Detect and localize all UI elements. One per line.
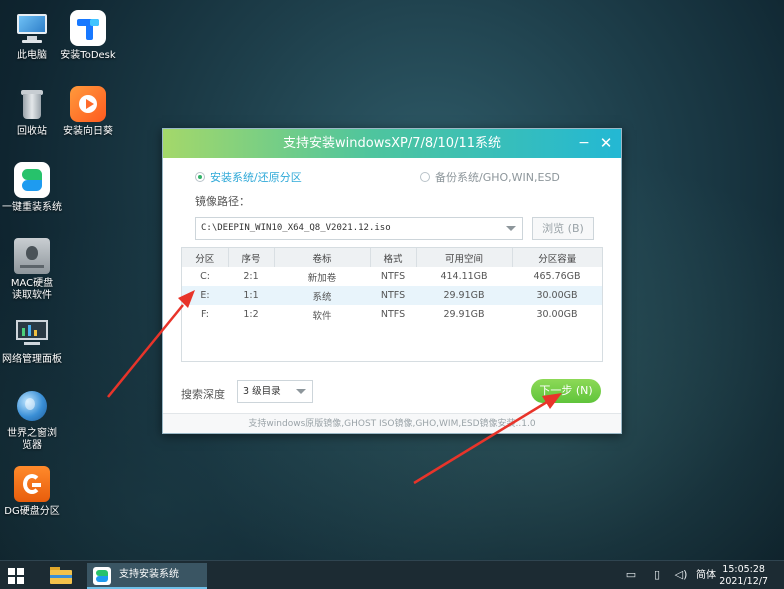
reinstall-icon bbox=[14, 162, 50, 198]
network-tray-icon[interactable]: ▭ bbox=[624, 569, 638, 581]
recycle-bin-icon bbox=[14, 86, 50, 122]
table-cell: E: bbox=[182, 286, 228, 305]
image-path-label: 镜像路径： bbox=[195, 195, 250, 208]
desktop-icon-reinstall[interactable]: 一键重装系统 bbox=[0, 162, 64, 214]
partition-table: 分区 序号 卷标 格式 可用空间 分区容量 C: 2:1 新加卷 NTFS 41… bbox=[181, 247, 603, 362]
desktop-icon-browser[interactable]: 世界之窗浏览器 bbox=[0, 388, 64, 452]
radio-checked-icon bbox=[195, 172, 205, 182]
desktop-icon-network-panel[interactable]: 网络管理面板 bbox=[0, 314, 64, 366]
table-cell: C: bbox=[200, 271, 210, 282]
dialog-footer-text: 支持windows原版镜像,GHOST ISO镜像,GHO,WIM,ESD镜像安… bbox=[163, 413, 621, 433]
table-row-selected[interactable]: E: 1:1 系统 NTFS 29.91GB 30.00GB bbox=[182, 286, 602, 305]
table-cell: 30.00GB bbox=[512, 286, 602, 305]
desktop-icon-sunflower[interactable]: 安装向日葵 bbox=[56, 86, 120, 138]
search-depth-select[interactable]: 3 级目录 bbox=[237, 380, 313, 403]
chevron-down-icon[interactable] bbox=[296, 389, 306, 394]
desktop-icon-diskgenius[interactable]: DG硬盘分区 bbox=[0, 466, 64, 518]
table-row[interactable]: F: 1:2 软件 NTFS 29.91GB 30.00GB bbox=[182, 305, 602, 324]
desktop-icon-mac-disk[interactable]: MAC硬盘读取软件 bbox=[0, 238, 64, 302]
desktop-icon-label: 一键重装系统 bbox=[2, 202, 62, 213]
reinstall-icon bbox=[93, 567, 111, 585]
mode-radio-group: 安装系统/还原分区 备份系统/GHO,WIN,ESD bbox=[195, 169, 601, 185]
chevron-down-icon[interactable] bbox=[506, 226, 516, 231]
clock-time: 15:05:28 bbox=[722, 564, 765, 575]
column-header[interactable]: 序号 bbox=[228, 248, 275, 267]
computer-icon bbox=[14, 10, 50, 46]
install-system-radio[interactable]: 安装系统/还原分区 bbox=[195, 169, 302, 185]
column-header[interactable]: 格式 bbox=[370, 248, 417, 267]
table-row[interactable]: C: 2:1 新加卷 NTFS 414.11GB 465.76GB bbox=[182, 267, 602, 286]
dialog-title: 支持安装windowsXP/7/8/10/11系统 bbox=[283, 136, 501, 151]
backup-system-label: 备份系统/GHO,WIN,ESD bbox=[435, 171, 560, 184]
desktop-icon-label: 网络管理面板 bbox=[2, 354, 62, 365]
desktop-icon-label: 此电脑 bbox=[17, 50, 47, 61]
image-path-combobox[interactable]: C:\DEEPIN_WIN10_X64_Q8_V2021.12.iso bbox=[195, 217, 523, 240]
table-header-row: 分区 序号 卷标 格式 可用空间 分区容量 bbox=[182, 248, 602, 267]
table-cell: 29.91GB bbox=[443, 309, 485, 320]
desktop-icon-label: DG硬盘分区 bbox=[4, 506, 60, 517]
desktop-icon-label: 安装向日葵 bbox=[63, 126, 113, 137]
image-path-value: C:\DEEPIN_WIN10_X64_Q8_V2021.12.iso bbox=[201, 223, 391, 233]
install-dialog: 支持安装windowsXP/7/8/10/11系统 − ✕ 安装系统/还原分区 … bbox=[162, 128, 622, 434]
usb-tray-icon[interactable]: ▯ bbox=[650, 569, 664, 581]
minimize-button[interactable]: − bbox=[573, 129, 595, 158]
network-panel-icon bbox=[14, 314, 50, 350]
table-cell: 29.91GB bbox=[416, 286, 512, 305]
column-header[interactable]: 卷标 bbox=[274, 248, 371, 267]
table-cell: 1:1 bbox=[228, 286, 274, 305]
diskgenius-icon bbox=[14, 466, 50, 502]
radio-unchecked-icon bbox=[420, 172, 430, 182]
taskbar-app-label: 支持安装系统 bbox=[119, 569, 179, 580]
search-depth-label: 搜索深度 bbox=[181, 388, 225, 401]
clock-date: 2021/12/7 bbox=[719, 576, 768, 587]
install-system-label: 安装系统/还原分区 bbox=[210, 171, 302, 184]
browser-globe-icon bbox=[14, 388, 50, 424]
desktop-icon-label: 安装ToDesk bbox=[60, 50, 116, 61]
taskbar-app-installer[interactable]: 支持安装系统 bbox=[87, 563, 207, 589]
backup-system-radio[interactable]: 备份系统/GHO,WIN,ESD bbox=[420, 169, 560, 185]
table-cell: NTFS bbox=[370, 286, 416, 305]
volume-icon[interactable]: ◁) bbox=[674, 569, 688, 581]
table-cell: NTFS bbox=[380, 271, 406, 282]
table-cell: F: bbox=[201, 309, 209, 320]
desktop-icon-label: MAC硬盘读取软件 bbox=[10, 278, 54, 301]
desktop-icon-label: 世界之窗浏览器 bbox=[7, 428, 57, 451]
close-button[interactable]: ✕ bbox=[595, 129, 617, 158]
table-cell: 1:2 bbox=[243, 309, 259, 320]
table-cell: 30.00GB bbox=[536, 309, 578, 320]
desktop-icon-this-pc[interactable]: 此电脑 bbox=[0, 10, 64, 62]
table-cell: 软件 bbox=[312, 310, 332, 322]
table-cell: 2:1 bbox=[243, 271, 259, 282]
browse-button[interactable]: 浏览 (B) bbox=[532, 217, 594, 240]
column-header[interactable]: 分区 bbox=[182, 248, 229, 267]
desktop-icon-recycle-bin[interactable]: 回收站 bbox=[0, 86, 64, 138]
column-header[interactable]: 可用空间 bbox=[416, 248, 513, 267]
mac-disk-icon bbox=[14, 238, 50, 274]
desktop-icon-label: 回收站 bbox=[17, 126, 47, 137]
taskbar: 支持安装系统 ▭ ▯ ◁) 简体 15:05:28 2021/12/7 bbox=[0, 560, 784, 589]
column-header[interactable]: 分区容量 bbox=[512, 248, 602, 267]
table-cell: NTFS bbox=[380, 309, 406, 320]
sunflower-icon bbox=[70, 86, 106, 122]
table-cell: 系统 bbox=[274, 286, 370, 305]
table-cell: 414.11GB bbox=[440, 271, 488, 282]
windows-start-icon[interactable] bbox=[8, 568, 24, 584]
next-button[interactable]: 下一步 (N) bbox=[531, 379, 601, 403]
todesk-icon bbox=[70, 10, 106, 46]
file-explorer-icon[interactable] bbox=[50, 567, 72, 584]
ime-indicator[interactable]: 简体 bbox=[696, 561, 716, 589]
taskbar-clock[interactable]: 15:05:28 2021/12/7 bbox=[719, 564, 768, 588]
search-depth-value: 3 级目录 bbox=[243, 386, 281, 397]
desktop-icon-todesk[interactable]: 安装ToDesk bbox=[56, 10, 120, 62]
table-cell: 新加卷 bbox=[307, 272, 337, 284]
table-cell: 465.76GB bbox=[533, 271, 581, 282]
dialog-titlebar[interactable]: 支持安装windowsXP/7/8/10/11系统 − ✕ bbox=[163, 129, 621, 158]
